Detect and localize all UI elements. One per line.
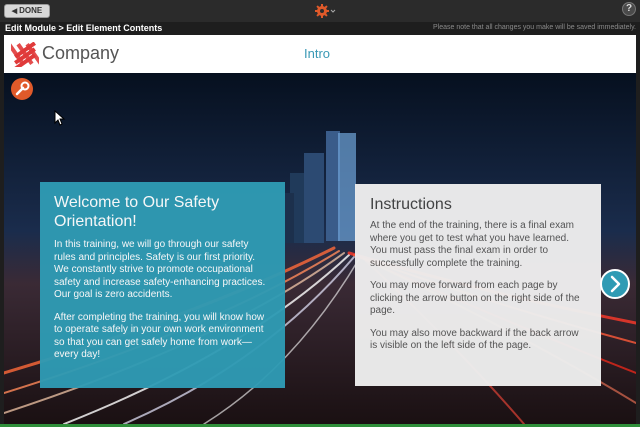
instructions-heading: Instructions <box>370 196 452 213</box>
next-page-button[interactable] <box>600 269 630 299</box>
welcome-heading: Welcome to Our Safety Orientation! <box>54 194 220 230</box>
company-logo-icon <box>7 41 43 71</box>
done-button[interactable]: ◀ DONE <box>4 4 50 18</box>
instructions-panel: Instructions At the end of the training,… <box>355 184 601 386</box>
welcome-paragraph-1: In this training, we will go through our… <box>54 239 266 300</box>
company-name: Company <box>42 43 120 63</box>
editor-toolbar: ◀ DONE ? <box>0 0 640 22</box>
welcome-panel: Welcome to Our Safety Orientation! In th… <box>40 182 285 388</box>
mouse-cursor-icon <box>54 109 66 126</box>
save-notice: Please note that all changes you make wi… <box>433 24 636 31</box>
question-icon[interactable]: ? <box>622 2 636 16</box>
left-arrow-icon: ◀ <box>11 8 18 15</box>
wrench-icon[interactable] <box>11 78 33 100</box>
status-bar: Edit Module > Edit Element Contents Plea… <box>0 22 640 35</box>
page-title: Intro <box>304 46 331 61</box>
instructions-paragraph-3: You may also move backward if the back a… <box>370 327 579 352</box>
help-label: ? <box>625 3 633 14</box>
hero-background: Welcome to Our Safety Orientation! In th… <box>4 73 636 424</box>
course-header: Company Intro <box>4 35 636 73</box>
course-preview: Company Intro Welcome to Our Safety Orie… <box>4 35 636 424</box>
done-button-label: DONE <box>19 6 43 15</box>
instructions-paragraph-1: At the end of the training, there is a f… <box>370 220 575 269</box>
chevron-right-icon <box>610 275 621 293</box>
welcome-paragraph-2: After completing the training, you will … <box>54 311 265 361</box>
gear-icon[interactable] <box>313 3 337 19</box>
instructions-paragraph-2: You may move forward from each page by c… <box>370 280 580 316</box>
breadcrumb: Edit Module > Edit Element Contents <box>5 23 163 33</box>
